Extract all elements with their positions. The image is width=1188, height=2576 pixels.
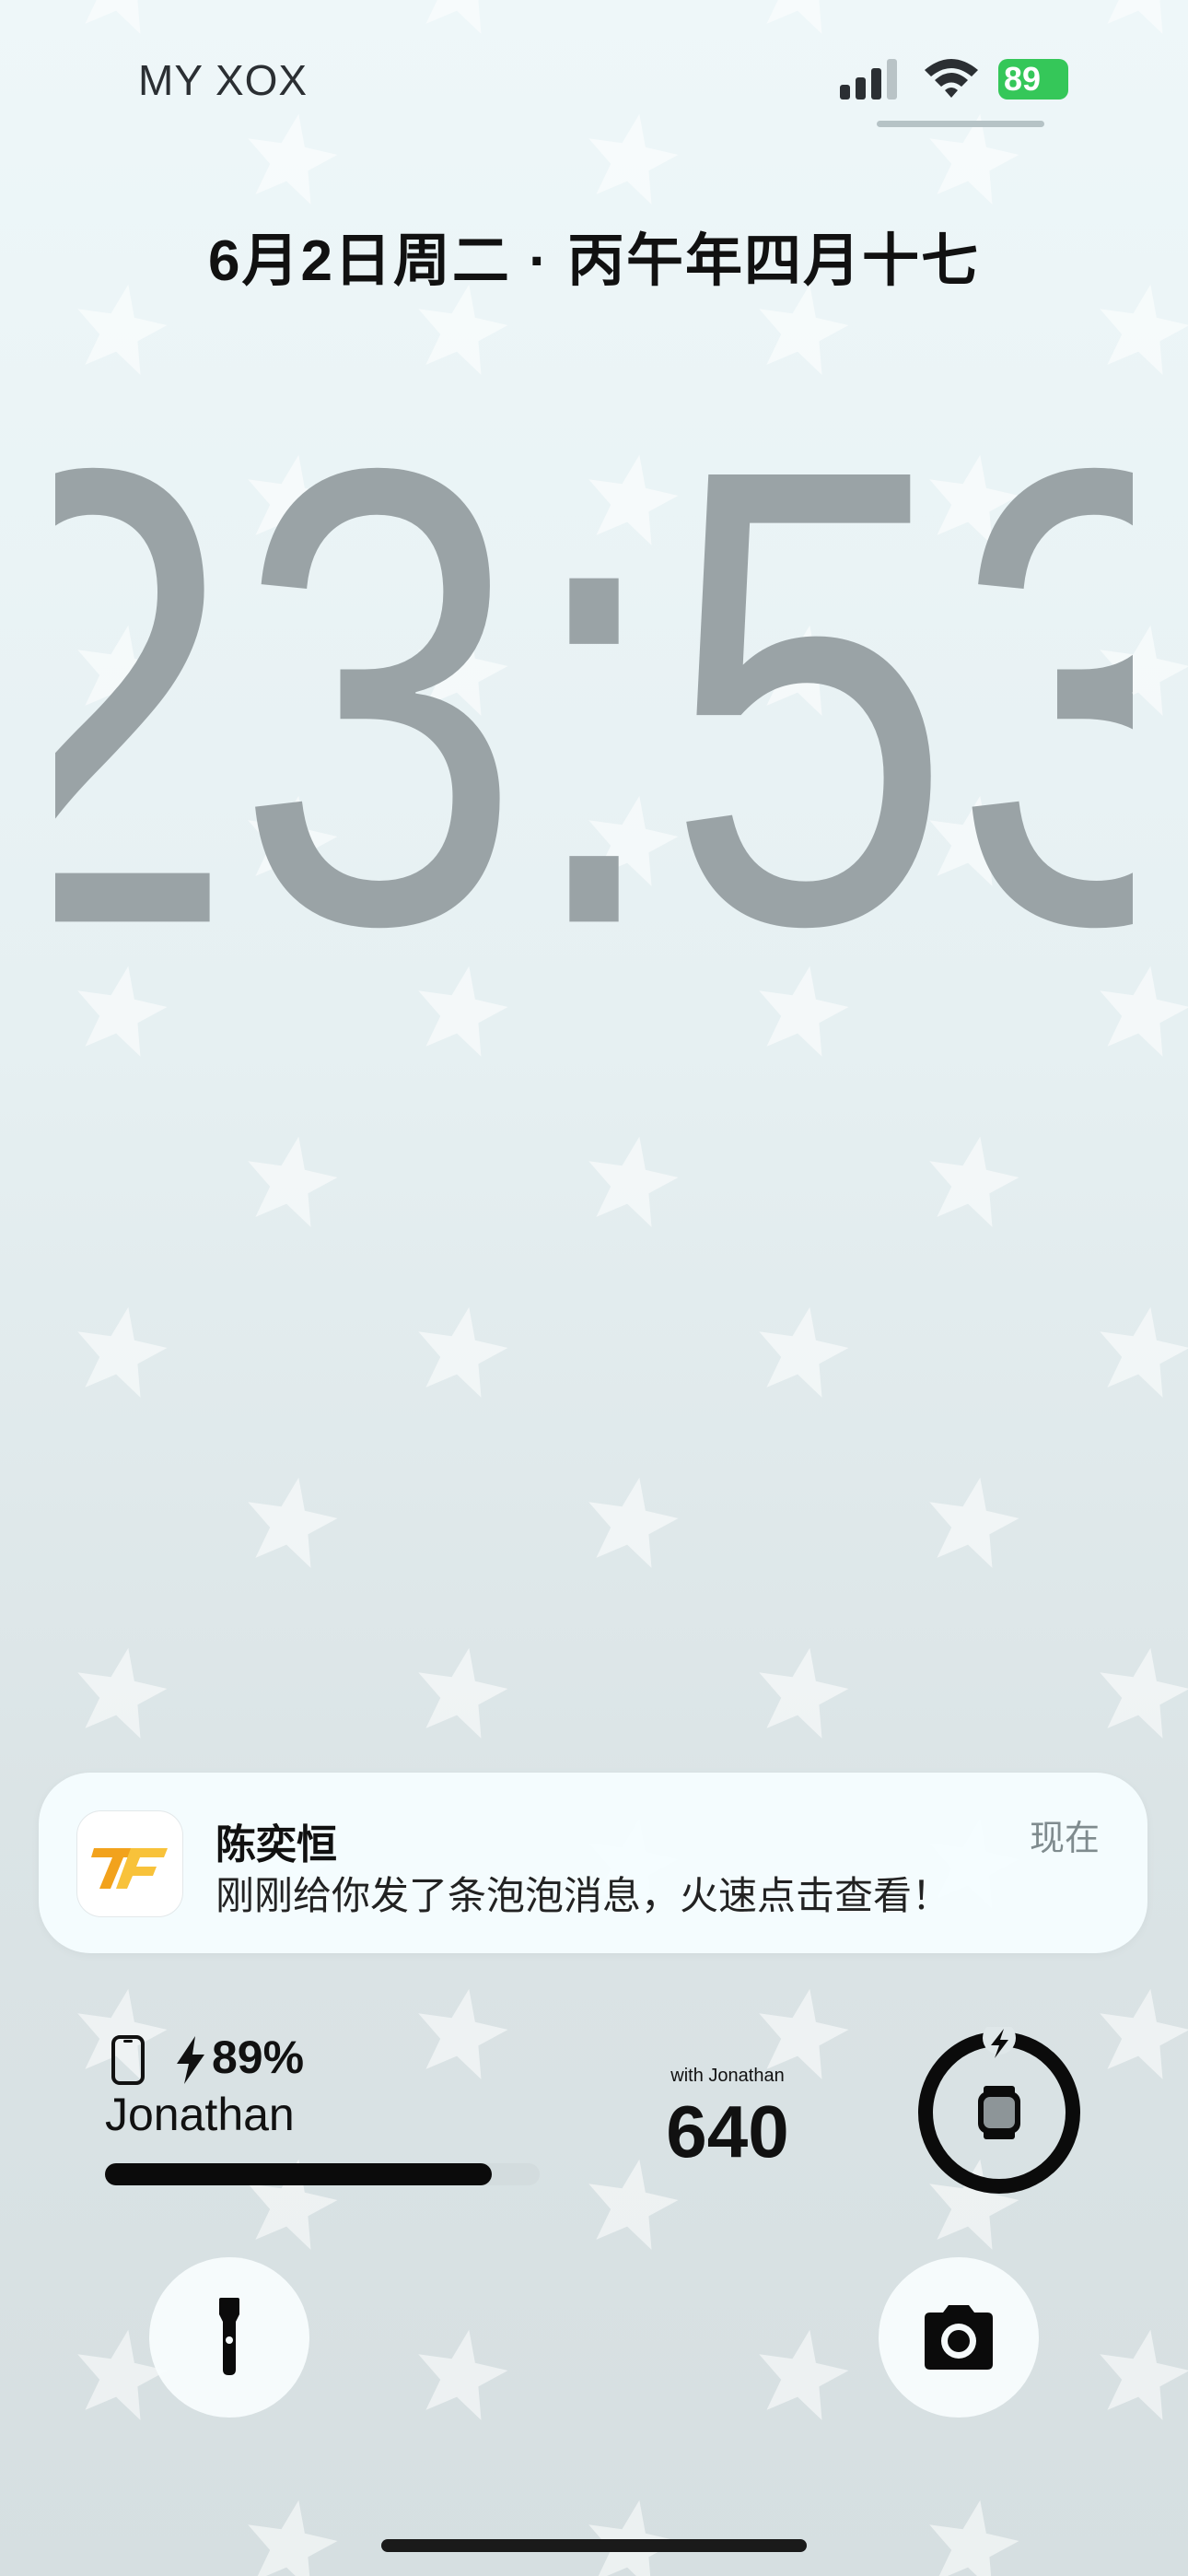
notification-body: 刚刚给你发了条泡泡消息，火速点击查看！	[215, 1874, 951, 1917]
wallpaper-star	[1100, 1306, 1188, 1398]
wallpaper-star	[929, 113, 1019, 205]
wallpaper-star	[1100, 1988, 1188, 2079]
wallpaper-star	[77, 1306, 168, 1398]
wallpaper-star	[85, 0, 141, 34]
watch-battery-widget	[918, 2027, 1080, 2194]
wallpaper-star	[1100, 2329, 1188, 2420]
wallpaper-star	[929, 2500, 1019, 2576]
counter-widget-value: 640	[666, 2090, 789, 2172]
wallpaper-star	[77, 1647, 168, 1739]
wallpaper-star	[759, 966, 849, 1057]
flashlight-icon	[219, 2298, 239, 2375]
watch-icon	[978, 2086, 1020, 2139]
wallpaper-star	[759, 2329, 849, 2420]
wallpaper-star	[418, 1647, 508, 1739]
wallpaper-star	[766, 0, 822, 34]
wallpaper-star	[248, 113, 338, 205]
wallpaper-star	[1100, 966, 1188, 1057]
battery-widget-device: Jonathan	[105, 2089, 295, 2140]
camera-button[interactable]	[879, 2257, 1039, 2418]
wallpaper-star	[418, 966, 508, 1057]
wallpaper-star	[418, 2329, 508, 2420]
bolt-icon	[177, 2036, 204, 2084]
wallpaper-star	[929, 1136, 1019, 1227]
phone-icon	[111, 2035, 145, 2085]
wifi-icon	[925, 59, 978, 98]
battery-percentage: 89	[1004, 60, 1042, 98]
wallpaper-star	[1107, 0, 1163, 34]
camera-icon	[925, 2305, 993, 2370]
lock-date: 6月2日周二 · 丙午年四月十七	[207, 229, 981, 293]
wallpaper-star	[248, 1477, 338, 1568]
cellular-signal-icon	[840, 59, 897, 100]
wallpaper-star	[418, 1988, 508, 2079]
wallpaper-star	[588, 113, 679, 205]
wallpaper-star	[588, 2500, 679, 2576]
clock-time: 23:53	[55, 333, 1133, 940]
home-indicator[interactable]	[381, 2539, 807, 2552]
wallpaper-star	[588, 1477, 679, 1568]
wallpaper-star	[929, 1477, 1019, 1568]
wallpaper-star	[1100, 1647, 1188, 1739]
wallpaper-star	[588, 1136, 679, 1227]
tf-app-icon	[77, 1811, 182, 1916]
wallpaper-star	[248, 1136, 338, 1227]
wallpaper-star	[425, 0, 482, 34]
control-center-grabber[interactable]	[877, 121, 1044, 127]
battery-indicator: 89	[998, 59, 1068, 100]
wallpaper-star	[77, 966, 168, 1057]
wallpaper-star	[248, 2500, 338, 2576]
lock-clock: 23:53	[55, 333, 1133, 940]
notification-card[interactable]	[39, 1773, 1147, 1953]
wallpaper-star	[418, 1306, 508, 1398]
battery-widget-percent: 89%	[212, 2032, 305, 2083]
notification-time: 现在	[1030, 1820, 1101, 1858]
carrier-label: MY XOX	[138, 56, 309, 104]
wallpaper-star	[759, 1306, 849, 1398]
flashlight-button[interactable]	[149, 2257, 309, 2418]
battery-level-bar	[105, 2163, 492, 2185]
notification-title: 陈奕恒	[215, 1822, 337, 1868]
wallpaper-star	[759, 1647, 849, 1739]
counter-widget-label: with Jonathan	[670, 2066, 785, 2086]
